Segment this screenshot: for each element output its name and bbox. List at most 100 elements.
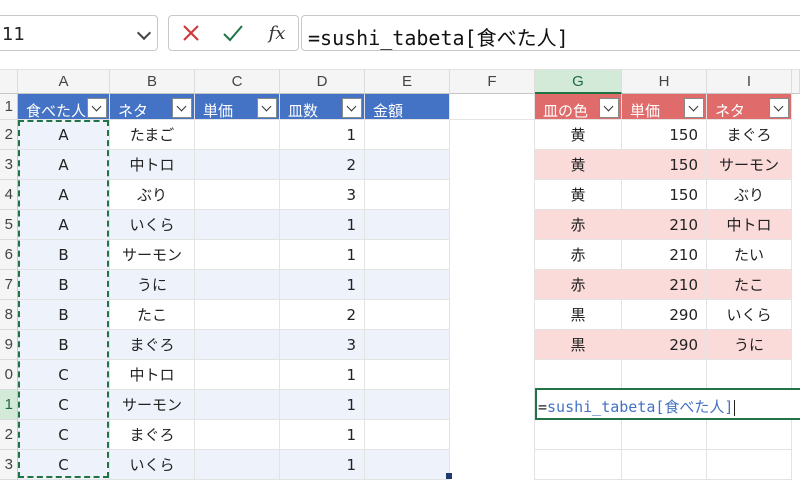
table-cell[interactable]: 210	[622, 210, 707, 240]
table-cell[interactable]: 黄	[535, 150, 622, 180]
table-cell[interactable]: サーモン	[707, 150, 792, 180]
table-cell[interactable]: うに	[110, 270, 195, 300]
table2-header-cell[interactable]: 単価	[622, 94, 707, 120]
filter-dropdown-icon[interactable]	[342, 98, 362, 118]
empty-cell[interactable]	[707, 360, 792, 390]
table-cell[interactable]: 1	[280, 360, 365, 390]
table-cell[interactable]: 2	[280, 150, 365, 180]
column-header-f[interactable]: F	[450, 70, 535, 94]
empty-column-f[interactable]	[450, 120, 535, 480]
table-cell[interactable]: 3	[280, 180, 365, 210]
table-cell[interactable]	[195, 300, 280, 330]
column-header-a[interactable]: A	[18, 70, 110, 94]
table-cell[interactable]: 150	[622, 180, 707, 210]
table-cell[interactable]: 黄	[535, 120, 622, 150]
row-header-9[interactable]: 9	[0, 330, 18, 360]
table-cell[interactable]: 赤	[535, 210, 622, 240]
table2-header-cell[interactable]: 皿の色	[535, 94, 622, 120]
empty-cell[interactable]	[535, 450, 622, 480]
table-cell[interactable]: いくら	[110, 210, 195, 240]
empty-cell[interactable]	[622, 420, 707, 450]
table-cell[interactable]: 1	[280, 270, 365, 300]
table-cell[interactable]: C	[18, 390, 110, 420]
table-cell[interactable]	[195, 390, 280, 420]
table-cell[interactable]	[365, 210, 450, 240]
filter-dropdown-icon[interactable]	[684, 98, 704, 118]
table-cell[interactable]	[195, 150, 280, 180]
filter-dropdown-icon[interactable]	[172, 98, 192, 118]
table1-header-cell[interactable]: ネタ	[110, 94, 195, 120]
table-cell[interactable]: B	[18, 240, 110, 270]
table-cell[interactable]: 1	[280, 120, 365, 150]
table-cell[interactable]	[195, 180, 280, 210]
row-header-11[interactable]: 1	[0, 390, 18, 420]
table-cell[interactable]: A	[18, 180, 110, 210]
table-cell[interactable]: 黄	[535, 180, 622, 210]
empty-cell[interactable]	[622, 450, 707, 480]
table-cell[interactable]	[365, 240, 450, 270]
filter-dropdown-icon[interactable]	[257, 98, 277, 118]
table-cell[interactable]	[365, 360, 450, 390]
column-header-b[interactable]: B	[110, 70, 195, 94]
table-cell[interactable]: たまご	[110, 120, 195, 150]
empty-cell[interactable]	[535, 420, 622, 450]
table-cell[interactable]: C	[18, 420, 110, 450]
table-resize-handle[interactable]	[446, 473, 452, 479]
table-cell[interactable]: B	[18, 330, 110, 360]
table-cell[interactable]: まぐろ	[707, 120, 792, 150]
table-cell[interactable]: B	[18, 270, 110, 300]
table-cell[interactable]: 290	[622, 300, 707, 330]
table-cell[interactable]	[365, 120, 450, 150]
row-header-13[interactable]: 3	[0, 450, 18, 480]
table-cell[interactable]: 3	[280, 330, 365, 360]
table-cell[interactable]	[195, 330, 280, 360]
table1-header-cell[interactable]: 単価	[195, 94, 280, 120]
table-cell[interactable]: 中トロ	[110, 360, 195, 390]
table-cell[interactable]	[365, 300, 450, 330]
table-cell[interactable]	[365, 270, 450, 300]
row-header-1[interactable]: 1	[0, 94, 18, 120]
table-cell[interactable]: サーモン	[110, 390, 195, 420]
column-header-h[interactable]: H	[622, 70, 707, 94]
table-cell[interactable]: 赤	[535, 240, 622, 270]
table-cell[interactable]: 290	[622, 330, 707, 360]
table1-header-cell[interactable]: 金額	[365, 94, 450, 120]
row-header-12[interactable]: 2	[0, 420, 18, 450]
table-cell[interactable]: C	[18, 450, 110, 480]
empty-cell[interactable]	[535, 360, 622, 390]
table-cell[interactable]: 1	[280, 210, 365, 240]
row-header-8[interactable]: 8	[0, 300, 18, 330]
row-header-5[interactable]: 5	[0, 210, 18, 240]
table-cell[interactable]: 1	[280, 450, 365, 480]
row-header-10[interactable]: 0	[0, 360, 18, 390]
table-cell[interactable]: 210	[622, 240, 707, 270]
chevron-down-icon[interactable]	[136, 25, 152, 41]
column-header-d[interactable]: D	[280, 70, 365, 94]
table-cell[interactable]: A	[18, 120, 110, 150]
column-header-g[interactable]: G	[535, 70, 622, 94]
name-box[interactable]: 11	[0, 15, 158, 51]
table-cell[interactable]: A	[18, 210, 110, 240]
column-header-c[interactable]: C	[195, 70, 280, 94]
table-cell[interactable]: A	[18, 150, 110, 180]
table1-header-cell[interactable]: 皿数	[280, 94, 365, 120]
table-cell[interactable]: 150	[622, 150, 707, 180]
table-cell[interactable]: たこ	[707, 270, 792, 300]
table-cell[interactable]: いくら	[707, 300, 792, 330]
table-cell[interactable]: 1	[280, 390, 365, 420]
table-cell[interactable]	[365, 180, 450, 210]
empty-cell[interactable]	[622, 360, 707, 390]
table-cell[interactable]: C	[18, 360, 110, 390]
table-cell[interactable]: 2	[280, 300, 365, 330]
table-cell[interactable]: 210	[622, 270, 707, 300]
empty-cell[interactable]	[707, 450, 792, 480]
filter-dropdown-icon[interactable]	[599, 98, 619, 118]
table-cell[interactable]	[365, 330, 450, 360]
table-cell[interactable]	[195, 270, 280, 300]
formula-input[interactable]: =sushi_tabeta[食べた人]	[301, 15, 800, 51]
row-header-3[interactable]: 3	[0, 150, 18, 180]
cancel-button[interactable]	[171, 16, 211, 50]
table-cell[interactable]: 中トロ	[707, 210, 792, 240]
row-header-2[interactable]: 2	[0, 120, 18, 150]
row-header-7[interactable]: 7	[0, 270, 18, 300]
